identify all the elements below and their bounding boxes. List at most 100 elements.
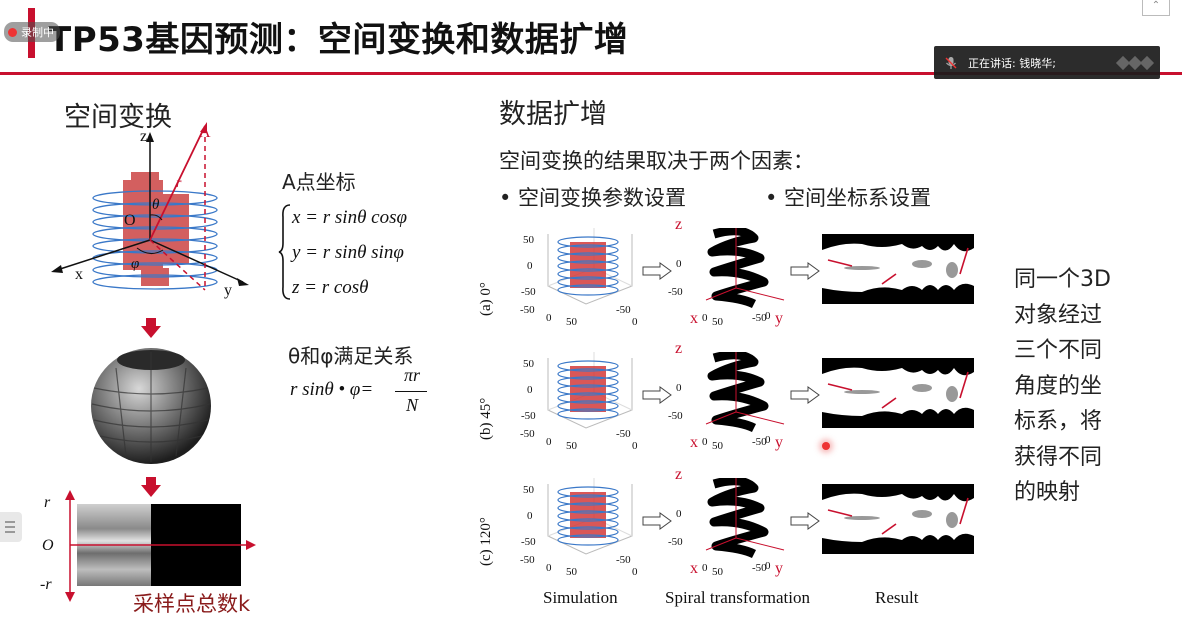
unroll-neg-r-label: -r	[40, 576, 52, 593]
note-line: 获得不同	[1014, 444, 1103, 470]
tick-label: -50	[616, 554, 631, 566]
axis-x-label: x	[690, 310, 698, 327]
simulation-plot	[547, 228, 633, 305]
tick-label: 0	[676, 258, 682, 270]
tick-label: -50	[521, 536, 536, 548]
radius-label: r	[176, 176, 182, 191]
tick-label: 50	[566, 316, 577, 328]
equation-y: y = r sinθ sinφ	[292, 242, 404, 263]
unroll-origin-label: O	[42, 537, 54, 554]
axis-x-label: x	[690, 434, 698, 451]
right-arrow-icon	[642, 262, 672, 280]
axis-y-label: y	[775, 434, 783, 451]
right-arrow-icon	[642, 386, 672, 404]
axis-y-label: y	[775, 310, 783, 327]
tick-label: -50	[520, 554, 535, 566]
tick-label: 0	[676, 508, 682, 520]
spiral-transformation-plot	[705, 352, 785, 433]
simulation-plot	[547, 478, 633, 555]
equation-x: x = r sinθ cosφ	[292, 207, 407, 228]
down-arrow-icon	[141, 318, 161, 338]
axis-x-label: x	[75, 266, 83, 283]
tick-label: 0	[632, 566, 638, 578]
bullet-parameters: • 空间变换参数设置	[499, 186, 687, 210]
tick-label: 0	[527, 384, 533, 396]
tick-label: -50	[616, 428, 631, 440]
tick-label: 0	[632, 316, 638, 328]
microphone-icon	[945, 56, 957, 69]
tick-label: 0	[632, 440, 638, 452]
slide-title: TP53基因预测：空间变换和数据扩增	[48, 20, 629, 60]
tick-label: -50	[752, 436, 767, 448]
note-block: 同一个3D 对象经过 三个不同 角度的坐 标系，将 获得不同 的映射	[1014, 262, 1111, 511]
tick-label: 0	[676, 382, 682, 394]
tick-label: 0	[546, 562, 552, 574]
result-image	[822, 358, 974, 428]
laser-pointer-icon	[822, 442, 830, 450]
equation-z: z = r cosθ	[292, 277, 369, 298]
tick-label: -50	[752, 312, 767, 324]
note-line: 标系，将	[1014, 409, 1103, 434]
simulation-plot	[547, 352, 633, 429]
note-line: 对象经过	[1014, 302, 1103, 328]
tick-label: -50	[520, 304, 535, 316]
axis-z-label: z	[675, 216, 683, 233]
axis-x-label: x	[690, 560, 698, 577]
relation-denominator: N	[405, 395, 418, 415]
right-arrow-icon	[790, 512, 820, 530]
relation-numerator: πr	[403, 365, 421, 385]
fraction-bar	[395, 391, 427, 392]
result-image	[822, 484, 974, 554]
caption-spiral-transformation: Spiral transformation	[665, 588, 810, 607]
coord-title: A点坐标	[282, 170, 356, 194]
phi-label: φ	[131, 256, 140, 272]
axis-y-label: y	[224, 282, 232, 299]
tick-label: 0	[546, 436, 552, 448]
tick-label: 0	[527, 510, 533, 522]
recording-label: 录制中	[21, 26, 54, 39]
unroll-axes	[65, 490, 256, 602]
tick-label: 50	[712, 440, 723, 452]
speaker-label: 正在讲话: 钱晓华;	[968, 56, 1056, 70]
sample-count-label: 采样点总数k	[133, 592, 251, 616]
row-label: (c) 120°	[478, 517, 494, 566]
tick-label: -50	[521, 286, 536, 298]
tick-label: 50	[523, 358, 534, 370]
spiral-transformation-plot	[705, 228, 785, 309]
right-arrow-icon	[790, 386, 820, 404]
right-arrow-icon	[642, 512, 672, 530]
axis-z-label: z	[675, 466, 683, 483]
side-panel-toggle[interactable]	[0, 512, 22, 542]
caption-simulation: Simulation	[543, 588, 618, 607]
tick-label: 50	[712, 566, 723, 578]
record-icon	[8, 27, 17, 37]
tick-label: -50	[752, 562, 767, 574]
tick-label: 50	[523, 484, 534, 496]
unroll-r-label: r	[44, 494, 51, 511]
axis-y-label: y	[775, 560, 783, 577]
tick-label: 0	[546, 312, 552, 324]
row-label: (b) 45°	[478, 397, 494, 440]
note-line: 角度的坐	[1014, 373, 1103, 399]
right-subtitle: 空间变换的结果取决于两个因素：	[499, 149, 814, 173]
window-control[interactable]: ⌃	[1142, 0, 1170, 16]
recording-badge: 录制中	[4, 22, 60, 42]
tick-label: 50	[712, 316, 723, 328]
bullet-coordinate-system: • 空间坐标系设置	[765, 186, 932, 210]
tick-label: 0	[702, 562, 708, 574]
result-image	[822, 234, 974, 304]
tick-label: 50	[566, 566, 577, 578]
equation-brace	[278, 204, 291, 300]
speaker-panel: 正在讲话: 钱晓华;	[934, 46, 1160, 79]
tick-label: -50	[520, 428, 535, 440]
tick-label: 0	[702, 312, 708, 324]
axis-z-label: z	[140, 128, 148, 145]
sphere-render-image	[91, 348, 211, 464]
right-heading: 数据扩增	[499, 99, 607, 130]
tick-label: -50	[521, 410, 536, 422]
tick-label: 0	[527, 260, 533, 272]
note-line: 同一个3D	[1014, 267, 1111, 292]
origin-label: O	[124, 212, 136, 229]
right-arrow-icon	[790, 262, 820, 280]
point-a-label: A	[199, 124, 211, 141]
